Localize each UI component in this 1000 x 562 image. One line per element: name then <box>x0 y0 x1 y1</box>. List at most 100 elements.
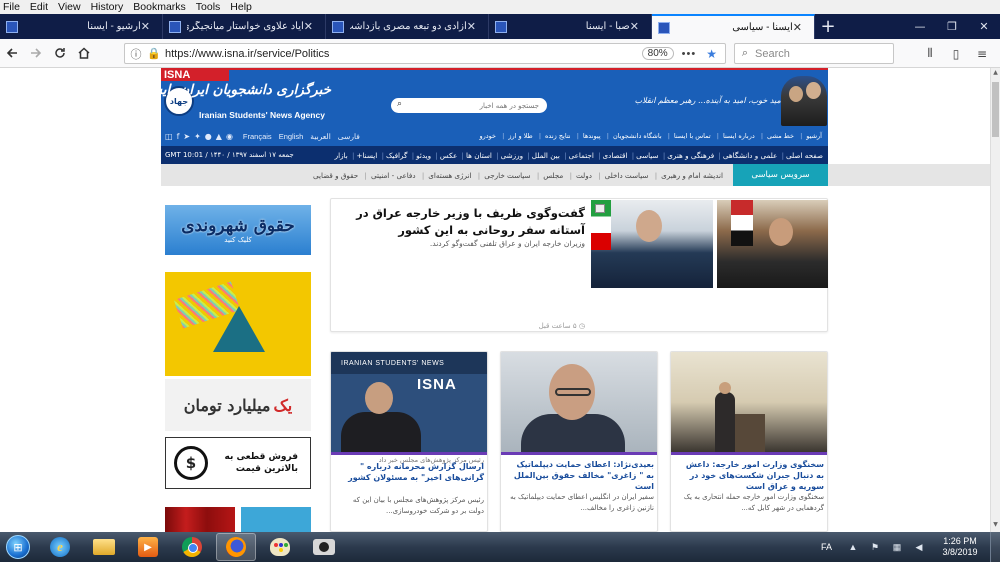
forward-button[interactable] <box>24 41 48 65</box>
menu-view[interactable]: View <box>53 1 86 13</box>
nav-item[interactable]: اقتصادی <box>602 151 629 160</box>
top-link[interactable]: طلا و ارز <box>506 132 534 140</box>
sidebar-icon[interactable]: ▯ <box>946 43 966 64</box>
section-link[interactable]: حقوق و قضایی <box>311 171 360 180</box>
android-icon[interactable]: ▲ <box>216 132 222 141</box>
lang-arabic[interactable]: العربية <box>310 132 331 141</box>
site-search-input[interactable]: ⌕ جستجو در همه اخبار <box>391 98 547 113</box>
top-link[interactable]: نتایج زنده <box>543 132 573 140</box>
section-link[interactable]: اندیشه امام و رهبری <box>659 171 725 180</box>
clock[interactable]: 1:26 PM 3/8/2019 <box>934 536 986 559</box>
nav-item[interactable]: ویدئو <box>415 151 432 160</box>
lead-photo-iraq-minister[interactable] <box>717 200 828 288</box>
news-card-title[interactable]: ارسال گزارش محرمانه درباره " گرانی‌های ا… <box>336 461 484 483</box>
sell-banner[interactable]: فروش قطعی به بالاترین قیمت $ <box>165 437 311 489</box>
nav-item[interactable]: استان ها <box>465 151 493 160</box>
input-language-indicator[interactable]: FA <box>821 542 832 552</box>
taskbar-ie[interactable]: e <box>40 533 80 561</box>
close-icon[interactable]: ✕ <box>304 20 313 33</box>
search-bar[interactable]: ⌕ Search <box>734 43 894 64</box>
taskbar-paint[interactable] <box>260 533 300 561</box>
scroll-down-icon[interactable]: ▼ <box>991 521 1000 531</box>
news-card-title[interactable]: سخنگوی وزارت امور خارجه: داعش به دنبال ج… <box>676 459 824 493</box>
library-icon[interactable]: ⫴ <box>920 43 940 64</box>
network-icon[interactable]: ▦ <box>890 540 904 554</box>
top-link[interactable]: خودرو <box>477 132 498 140</box>
new-tab-button[interactable]: + <box>815 14 841 39</box>
tab-allawi[interactable]: ایاد علاوی خواستار میانجیگری کش... ✕ <box>163 14 326 39</box>
news-card-title[interactable]: بعیدی‌نژاد: اعطای حمایت دیپلماتیک به " ز… <box>506 459 654 493</box>
menu-history[interactable]: History <box>86 1 129 13</box>
top-link[interactable]: تماس با ایسنا <box>672 132 713 140</box>
taskbar-explorer[interactable] <box>84 533 124 561</box>
url-text[interactable]: https://www.isna.ir/service/Politics <box>161 48 642 60</box>
zoom-level-button[interactable]: 80% <box>641 47 674 60</box>
section-link[interactable]: دفاعی - امنیتی <box>369 171 418 180</box>
nav-item[interactable]: صفحه اصلی <box>785 151 824 160</box>
scrollbar-thumb[interactable] <box>992 82 999 137</box>
section-title[interactable]: سرویس سیاسی <box>733 164 828 186</box>
lang-french[interactable]: Français <box>243 132 272 141</box>
news-card[interactable]: سخنگوی وزارت امور خارجه: داعش به دنبال ج… <box>670 351 828 532</box>
show-desktop-button[interactable] <box>990 532 1000 562</box>
page-scrollbar[interactable]: ▲ ▼ <box>990 68 1000 532</box>
tab-archive[interactable]: آرشیو - ایسنا ✕ <box>0 14 163 39</box>
close-window-button[interactable]: ✕ <box>968 14 1000 39</box>
reload-button[interactable] <box>48 41 72 65</box>
cyan-banner[interactable] <box>241 507 311 532</box>
menu-file[interactable]: File <box>0 1 25 13</box>
nav-item[interactable]: علمی و دانشگاهی <box>722 151 778 160</box>
lead-photo-zarif[interactable] <box>591 200 713 288</box>
site-logo-english[interactable]: Iranian Students' News Agency <box>199 110 331 120</box>
taskbar-firefox[interactable] <box>216 533 256 561</box>
site-logo-persian[interactable]: خبرگزاری دانشجویان ایران، ایسنا <box>143 82 331 98</box>
news-card-photo[interactable] <box>671 352 827 452</box>
facebook-icon[interactable]: f <box>177 132 180 141</box>
telegram-icon[interactable]: ➤ <box>183 132 190 141</box>
nav-item[interactable]: اجتماعی <box>568 151 595 160</box>
tab-politics[interactable]: ایسنا - سیاسی ✕ <box>652 14 815 39</box>
hamburger-menu-icon[interactable]: ≡ <box>972 43 992 64</box>
twitter-icon[interactable]: ✦ <box>194 132 201 141</box>
maximize-button[interactable]: ❐ <box>936 14 968 39</box>
instagram-icon[interactable]: ◫ <box>165 132 173 141</box>
section-link[interactable]: دولت <box>574 171 594 180</box>
close-icon[interactable]: ✕ <box>141 20 150 33</box>
address-bar[interactable]: ⓘ 🔒 https://www.isna.ir/service/Politics… <box>124 43 726 64</box>
section-link[interactable]: سیاست داخلی <box>603 171 651 180</box>
home-button[interactable] <box>72 41 96 65</box>
curtain-banner[interactable] <box>165 507 235 532</box>
nav-item[interactable]: بازار <box>334 151 349 160</box>
minimize-button[interactable]: — <box>904 14 936 39</box>
taskbar-chrome[interactable] <box>172 533 212 561</box>
news-card-photo[interactable] <box>501 352 657 452</box>
rss-icon[interactable]: ◉ <box>226 132 233 141</box>
lang-english[interactable]: English <box>279 132 304 141</box>
section-link[interactable]: مجلس <box>541 171 565 180</box>
flag-icon[interactable]: ⚑ <box>868 540 882 554</box>
section-link[interactable]: انرژی هسته‌ای <box>426 171 473 180</box>
tab-egypt[interactable]: آزادی دو تبعه مصری بازداشت شده ✕ <box>326 14 489 39</box>
lock-icon[interactable]: 🔒 <box>147 47 161 60</box>
close-icon[interactable]: ✕ <box>793 21 802 34</box>
nav-item[interactable]: عکس <box>439 151 458 160</box>
nav-item[interactable]: ایسنا+ <box>355 151 378 160</box>
news-card[interactable]: IRANIAN STUDENTS' NEWS ISNA رئیس مرکز پژ… <box>330 351 488 532</box>
top-link[interactable]: پیوندها <box>581 132 603 140</box>
nav-item[interactable]: بین الملل <box>531 151 561 160</box>
show-hidden-icons-icon[interactable]: ▲ <box>846 540 860 554</box>
volume-icon[interactable]: ◀ <box>912 540 926 554</box>
start-button[interactable]: ⊞ <box>0 532 36 562</box>
citizen-rights-banner[interactable]: حقوق شهروندی کلیک کنید <box>165 205 311 255</box>
menu-bookmarks[interactable]: Bookmarks <box>128 1 191 13</box>
apple-icon[interactable]: ● <box>205 132 212 141</box>
nav-item[interactable]: سیاسی <box>635 151 659 160</box>
menu-edit[interactable]: Edit <box>25 1 53 13</box>
close-icon[interactable]: ✕ <box>630 20 639 33</box>
top-link[interactable]: آرشیو <box>804 132 824 140</box>
news-card-photo[interactable]: IRANIAN STUDENTS' NEWS ISNA <box>331 352 487 452</box>
search-icon[interactable]: ⌕ <box>397 99 402 109</box>
top-link[interactable]: درباره ایسنا <box>721 132 757 140</box>
menu-help[interactable]: Help <box>225 1 257 13</box>
lead-story-card[interactable]: گفت‌وگوی ظریف با وزیر خارجه عراق در آستا… <box>330 198 828 332</box>
